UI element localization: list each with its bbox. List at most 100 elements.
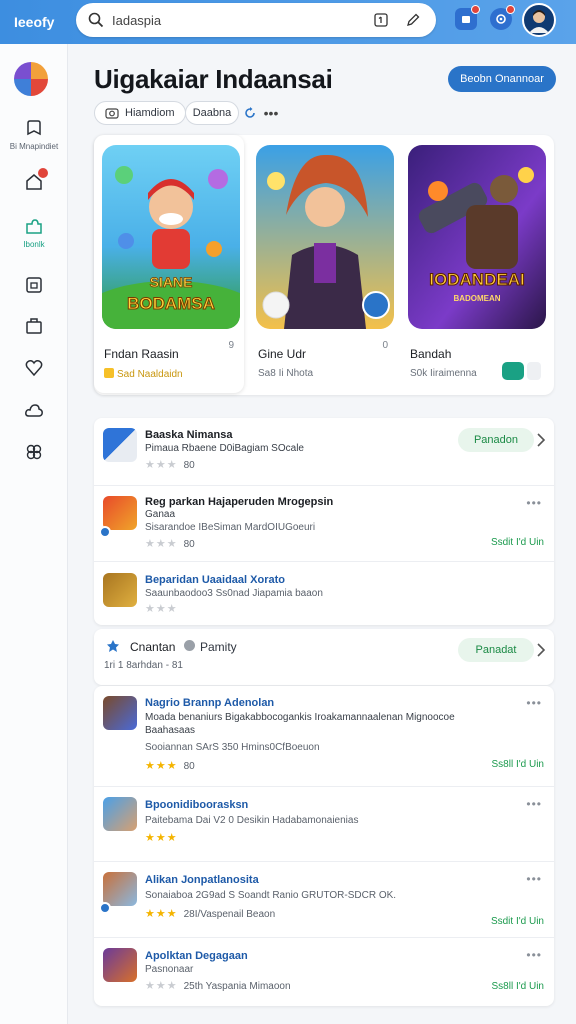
sidebar-item-bag[interactable] [0,316,68,336]
card-number: 0 [382,340,388,351]
sidebar-item-puzzle[interactable]: Ibonlk [0,216,68,249]
rating-stars: ★★★ [145,603,178,615]
sidebar-item-gamepad[interactable] [0,442,68,462]
sidebar-item-label: Bi Mnapindiet [9,142,59,151]
get-link[interactable]: Ss8ll I'd Uin [492,759,545,770]
rating-stars: ★★★ 80 [145,538,195,550]
rating-value: 80 [183,761,195,772]
card-number: 9 [228,340,234,351]
get-link[interactable]: Ssdit I'd Uin [491,916,544,927]
item-title: Baaska Nimansa [145,429,233,441]
camera-icon [105,108,119,119]
app-icon [103,573,137,607]
install-button[interactable]: Panadon [458,428,534,452]
avatar[interactable] [522,3,556,37]
chevron-right-icon[interactable] [536,433,546,447]
section-action-button[interactable]: Panadat [458,638,534,662]
edit-icon[interactable] [404,11,422,29]
more-options-icon[interactable]: ••• [526,872,542,886]
more-options-icon[interactable]: ••• [262,104,280,122]
settings-icon[interactable] [490,5,515,30]
sidebar-item-tag[interactable]: Bi Mnapindiet [0,118,68,151]
rating-value: 25th Yaspania Mimaoon [183,981,291,992]
item-description: Sonaiaboa 2G9ad S Soandt Ranio GRUTOR-SD… [145,890,397,901]
notification-icon[interactable] [455,5,480,30]
sidebar-item-label: Ibonlk [23,240,45,249]
app-icon [103,696,137,730]
tablet-icon [26,277,42,293]
featured-card[interactable]: IODANDEAI BADOMEAN Bandah S0k Iiraimenna [400,135,550,393]
item-title: Beparidan Uaaidaal Xorato [145,574,285,586]
item-subtitle: Baahasaas [145,725,196,736]
rating-value: 80 [183,539,195,550]
item-subtitle: Ganaa [145,509,176,520]
home-badge [38,168,48,178]
list-item[interactable]: Reg parkan Hajaperuden Mrogepsin Ganaa S… [94,485,554,561]
get-link[interactable]: Ssdit I'd Uin [491,537,544,548]
app-icon [103,496,137,530]
search-icon [88,12,104,28]
more-options-icon[interactable]: ••• [526,496,542,510]
more-options-icon[interactable]: ••• [526,948,542,962]
search-bar[interactable]: Iadaspia [76,3,436,37]
item-title: Bpoonidiboorasksn [145,799,249,811]
card-meta: Sa8 Ii Nhota [258,368,314,379]
card-meta-text: Sad Naaldaidn [117,369,183,380]
game-art-image: SIANE BODAMSA [102,145,240,329]
options-button[interactable] [527,362,541,380]
rating-stars: ★★★ [145,832,178,844]
card-title: Fndan Raasin [104,347,179,361]
featured-card[interactable]: Gine Udr 0 Sa8 Ii Nhota [248,135,398,393]
app-icon [103,948,137,982]
rating-stars: ★★★ 80 [145,459,195,471]
list-item[interactable]: Alikan Jonpatlanosita Sonaiaboa 2G9ad S … [94,861,554,937]
list-item[interactable]: Bpoonidiboorasksn Paitebama Dai V2 0 Des… [94,786,554,861]
item-meta: Sooiannan SArS 350 Hmins0CfBoeuon [145,742,320,753]
filter-chip[interactable]: Daabna [185,101,239,125]
primary-action-button[interactable]: Beobn Onannoar [448,66,556,92]
download-button[interactable] [502,362,524,380]
sidebar-item-home[interactable] [0,168,68,192]
search-input[interactable]: Iadaspia [112,13,372,28]
card-meta: Sad Naaldaidn [104,368,183,380]
sidebar-item-tablet[interactable] [0,275,68,295]
more-options-icon[interactable]: ••• [526,696,542,710]
chip-label: Daabna [192,107,232,119]
item-description: Paitebama Dai V2 0 Desikin Hadabamonaien… [145,815,359,826]
item-description: Pasnonaar [145,964,194,975]
game-art-image: IODANDEAI BADOMEAN [408,145,546,329]
sidebar: Bi Mnapindiet Ibonlk [0,44,68,1024]
status-badge [99,902,111,914]
section-sub-label: Pamity [200,640,237,654]
item-description: Sisarandoe IBeSiman MardOIUGoeuri [145,522,316,533]
filter-chip[interactable]: Hiamdiom [94,101,186,125]
item-title: Alikan Jonpatlanosita [145,874,259,886]
list-item[interactable]: Nagrio Brannp Adenolan Moada benaniurs B… [94,686,554,786]
app-list: Nagrio Brannp Adenolan Moada benaniurs B… [94,686,554,1006]
list-item[interactable]: Apolktan Degagaan Pasnonaar ★★★ 25th Yasp… [94,937,554,1006]
get-link[interactable]: Ss8ll I'd Uin [492,981,545,992]
featured-card[interactable]: SIANE BODAMSA Fndan Raasin 9 Sad Naaldai… [94,135,244,393]
list-item[interactable]: Baaska Nimansa Pimaua Rbaene D0iBagiam S… [94,418,554,485]
message-icon[interactable] [372,11,390,29]
app-brand[interactable]: Ieeofy [14,14,74,30]
rating-stars: ★★★ 80 [145,760,195,772]
page-title: Uigakaiar Indaansai [94,64,333,94]
status-badge [99,526,111,538]
info-icon [184,640,195,651]
sidebar-item-cloud[interactable] [0,400,68,420]
more-options-icon[interactable]: ••• [526,797,542,811]
rating-stars: ★★★ 28I/Vaspenail Beaon [145,908,276,920]
sidebar-item-heart[interactable] [0,358,68,378]
item-title: Apolktan Degagaan [145,950,248,962]
notification-badge [471,5,480,14]
art-title-text: BODAMSA [127,294,215,313]
art-sub-text: BADOMEAN [453,294,500,303]
gamepad-icon [26,444,42,460]
list-item[interactable]: Beparidan Uaaidaal Xorato Saaunbaodoo3 S… [94,561,554,625]
app-logo-icon[interactable] [14,62,48,96]
heart-icon [25,360,43,377]
cloud-icon [25,404,43,417]
refresh-icon[interactable] [241,104,259,122]
chevron-right-icon[interactable] [536,643,546,657]
